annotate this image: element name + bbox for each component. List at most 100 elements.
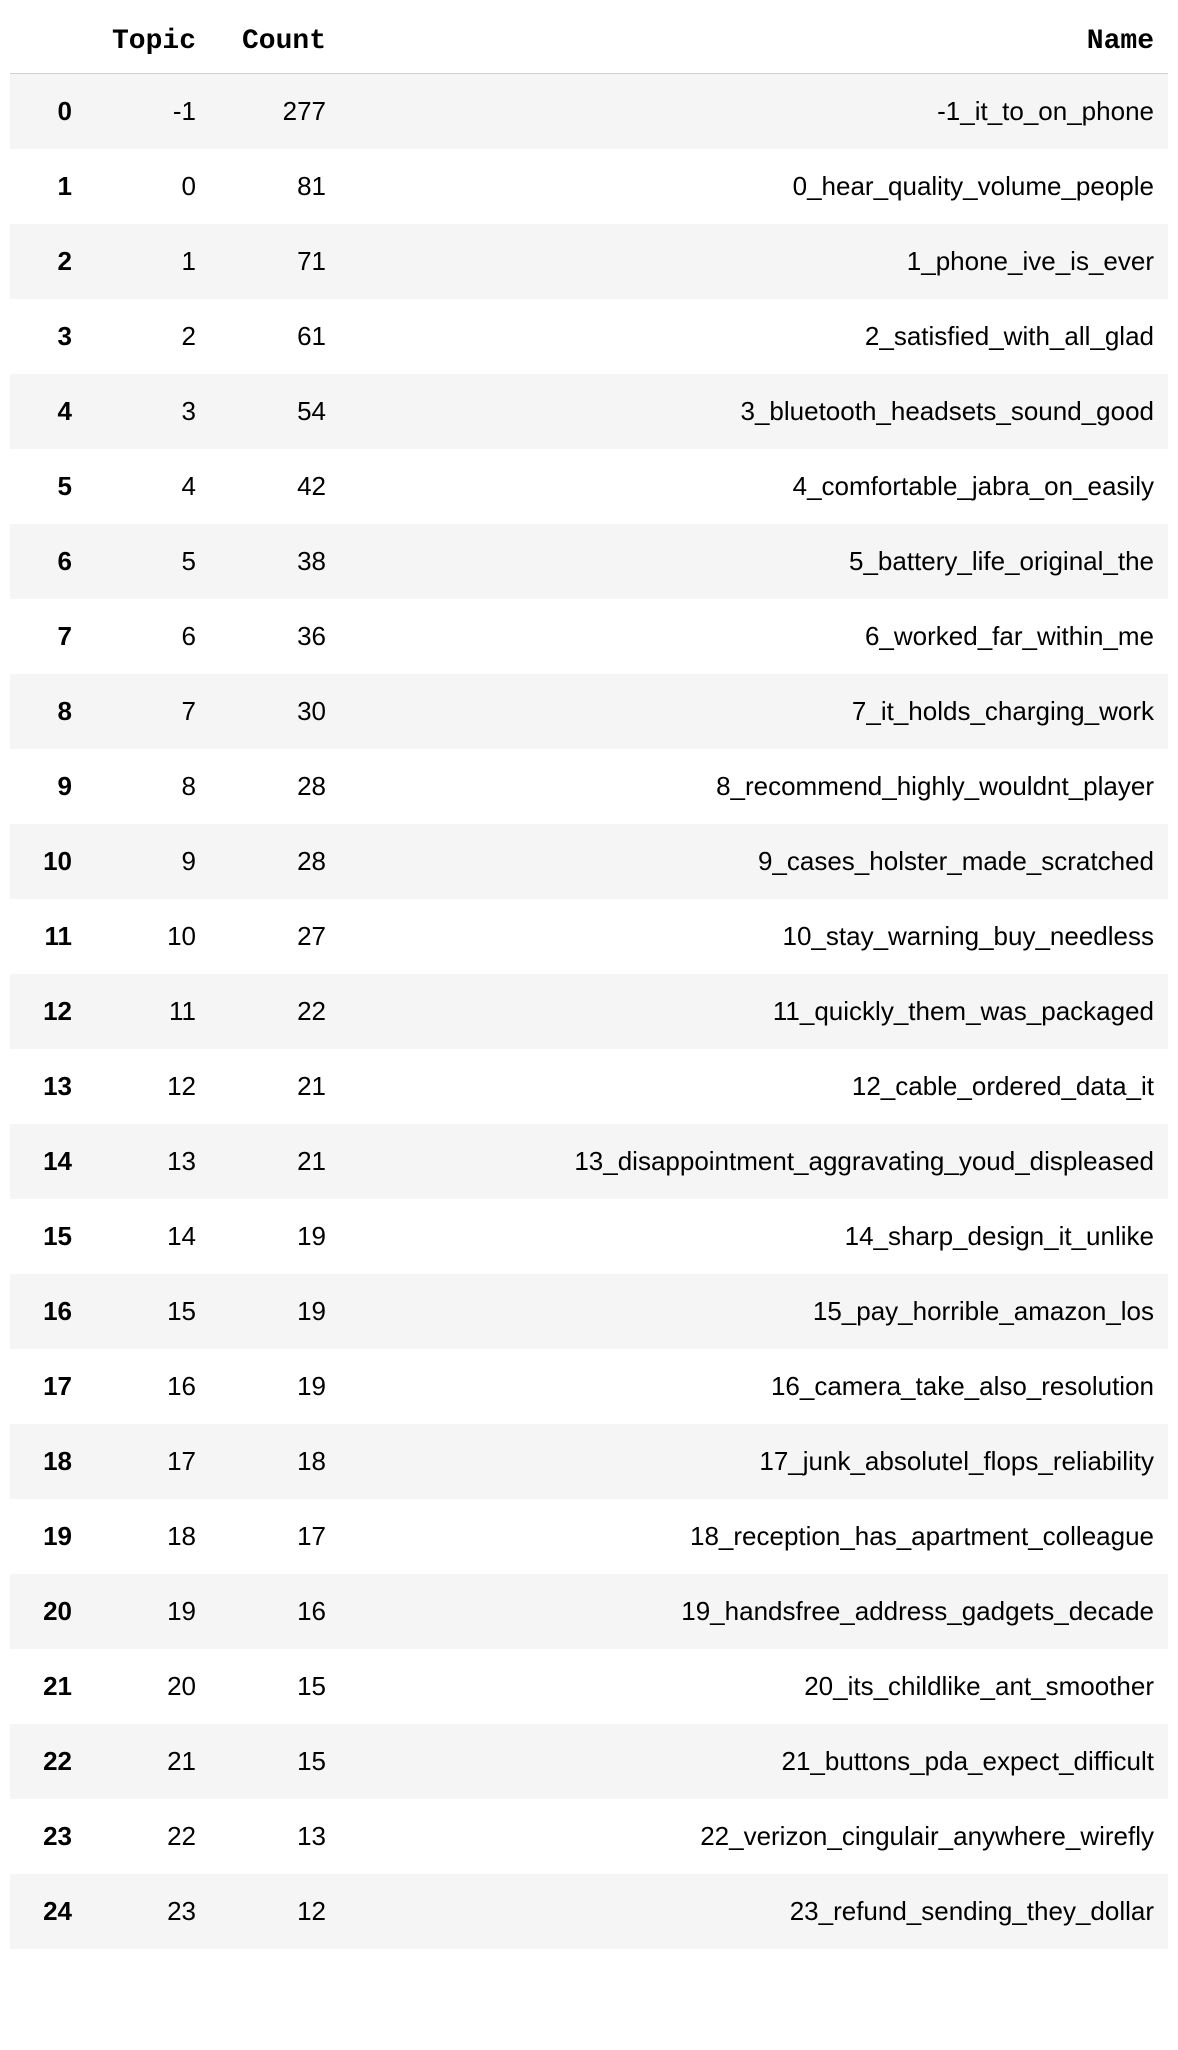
cell-topic: 12 [90, 1049, 210, 1124]
table-row: 32612_satisfied_with_all_glad [10, 299, 1168, 374]
cell-index: 16 [10, 1274, 90, 1349]
cell-index: 7 [10, 599, 90, 674]
cell-index: 17 [10, 1349, 90, 1424]
cell-count: 71 [210, 224, 340, 299]
cell-count: 28 [210, 824, 340, 899]
cell-topic: 13 [90, 1124, 210, 1199]
header-row: Topic Count Name [10, 10, 1168, 74]
cell-count: 16 [210, 1574, 340, 1649]
cell-index: 6 [10, 524, 90, 599]
cell-index: 14 [10, 1124, 90, 1199]
header-name: Name [340, 10, 1168, 74]
cell-name: 3_bluetooth_headsets_sound_good [340, 374, 1168, 449]
cell-count: 54 [210, 374, 340, 449]
table-row: 23221322_verizon_cingulair_anywhere_wire… [10, 1799, 1168, 1874]
table-row: 10810_hear_quality_volume_people [10, 149, 1168, 224]
cell-index: 11 [10, 899, 90, 974]
cell-index: 19 [10, 1499, 90, 1574]
cell-count: 38 [210, 524, 340, 599]
cell-index: 13 [10, 1049, 90, 1124]
cell-topic: 8 [90, 749, 210, 824]
cell-index: 18 [10, 1424, 90, 1499]
cell-count: 19 [210, 1349, 340, 1424]
cell-name: 8_recommend_highly_wouldnt_player [340, 749, 1168, 824]
cell-count: 81 [210, 149, 340, 224]
cell-count: 21 [210, 1049, 340, 1124]
cell-name: 1_phone_ive_is_ever [340, 224, 1168, 299]
table-row: 98288_recommend_highly_wouldnt_player [10, 749, 1168, 824]
table-row: 20191619_handsfree_address_gadgets_decad… [10, 1574, 1168, 1649]
cell-index: 2 [10, 224, 90, 299]
cell-index: 8 [10, 674, 90, 749]
cell-count: 30 [210, 674, 340, 749]
cell-topic: 11 [90, 974, 210, 1049]
header-count: Count [210, 10, 340, 74]
cell-name: 4_comfortable_jabra_on_easily [340, 449, 1168, 524]
table-row: 13122112_cable_ordered_data_it [10, 1049, 1168, 1124]
cell-topic: 0 [90, 149, 210, 224]
cell-count: 12 [210, 1874, 340, 1949]
cell-count: 19 [210, 1274, 340, 1349]
cell-index: 23 [10, 1799, 90, 1874]
cell-name: 23_refund_sending_they_dollar [340, 1874, 1168, 1949]
table-row: 21201520_its_childlike_ant_smoother [10, 1649, 1168, 1724]
cell-count: 277 [210, 74, 340, 150]
table-row: 54424_comfortable_jabra_on_easily [10, 449, 1168, 524]
cell-topic: 16 [90, 1349, 210, 1424]
cell-name: 19_handsfree_address_gadgets_decade [340, 1574, 1168, 1649]
cell-index: 4 [10, 374, 90, 449]
cell-topic: -1 [90, 74, 210, 150]
cell-name: 6_worked_far_within_me [340, 599, 1168, 674]
table-row: 65385_battery_life_original_the [10, 524, 1168, 599]
table-row: 17161916_camera_take_also_resolution [10, 1349, 1168, 1424]
cell-count: 28 [210, 749, 340, 824]
table-row: 21711_phone_ive_is_ever [10, 224, 1168, 299]
table-row: 0-1277-1_it_to_on_phone [10, 74, 1168, 150]
table-row: 109289_cases_holster_made_scratched [10, 824, 1168, 899]
cell-name: 12_cable_ordered_data_it [340, 1049, 1168, 1124]
cell-index: 20 [10, 1574, 90, 1649]
cell-count: 22 [210, 974, 340, 1049]
cell-name: 10_stay_warning_buy_needless [340, 899, 1168, 974]
cell-name: 20_its_childlike_ant_smoother [340, 1649, 1168, 1724]
cell-topic: 1 [90, 224, 210, 299]
table-row: 43543_bluetooth_headsets_sound_good [10, 374, 1168, 449]
cell-count: 21 [210, 1124, 340, 1199]
cell-count: 19 [210, 1199, 340, 1274]
cell-topic: 4 [90, 449, 210, 524]
cell-count: 18 [210, 1424, 340, 1499]
table-row: 15141914_sharp_design_it_unlike [10, 1199, 1168, 1274]
cell-name: 15_pay_horrible_amazon_los [340, 1274, 1168, 1349]
table-body: 0-1277-1_it_to_on_phone10810_hear_qualit… [10, 74, 1168, 1950]
cell-name: 22_verizon_cingulair_anywhere_wirefly [340, 1799, 1168, 1874]
header-topic: Topic [90, 10, 210, 74]
table-row: 18171817_junk_absolutel_flops_reliabilit… [10, 1424, 1168, 1499]
table-row: 11102710_stay_warning_buy_needless [10, 899, 1168, 974]
cell-index: 1 [10, 149, 90, 224]
cell-count: 15 [210, 1649, 340, 1724]
cell-index: 5 [10, 449, 90, 524]
table-row: 14132113_disappointment_aggravating_youd… [10, 1124, 1168, 1199]
cell-name: 0_hear_quality_volume_people [340, 149, 1168, 224]
cell-topic: 14 [90, 1199, 210, 1274]
dataframe-table: Topic Count Name 0-1277-1_it_to_on_phone… [10, 10, 1168, 1949]
cell-topic: 22 [90, 1799, 210, 1874]
cell-count: 42 [210, 449, 340, 524]
cell-topic: 19 [90, 1574, 210, 1649]
cell-topic: 20 [90, 1649, 210, 1724]
cell-name: 9_cases_holster_made_scratched [340, 824, 1168, 899]
cell-index: 3 [10, 299, 90, 374]
cell-topic: 7 [90, 674, 210, 749]
table-row: 22211521_buttons_pda_expect_difficult [10, 1724, 1168, 1799]
cell-name: -1_it_to_on_phone [340, 74, 1168, 150]
cell-name: 16_camera_take_also_resolution [340, 1349, 1168, 1424]
cell-name: 21_buttons_pda_expect_difficult [340, 1724, 1168, 1799]
cell-count: 13 [210, 1799, 340, 1874]
cell-name: 7_it_holds_charging_work [340, 674, 1168, 749]
cell-topic: 10 [90, 899, 210, 974]
cell-topic: 3 [90, 374, 210, 449]
table-row: 12112211_quickly_them_was_packaged [10, 974, 1168, 1049]
header-index [10, 10, 90, 74]
cell-name: 18_reception_has_apartment_colleague [340, 1499, 1168, 1574]
cell-topic: 2 [90, 299, 210, 374]
